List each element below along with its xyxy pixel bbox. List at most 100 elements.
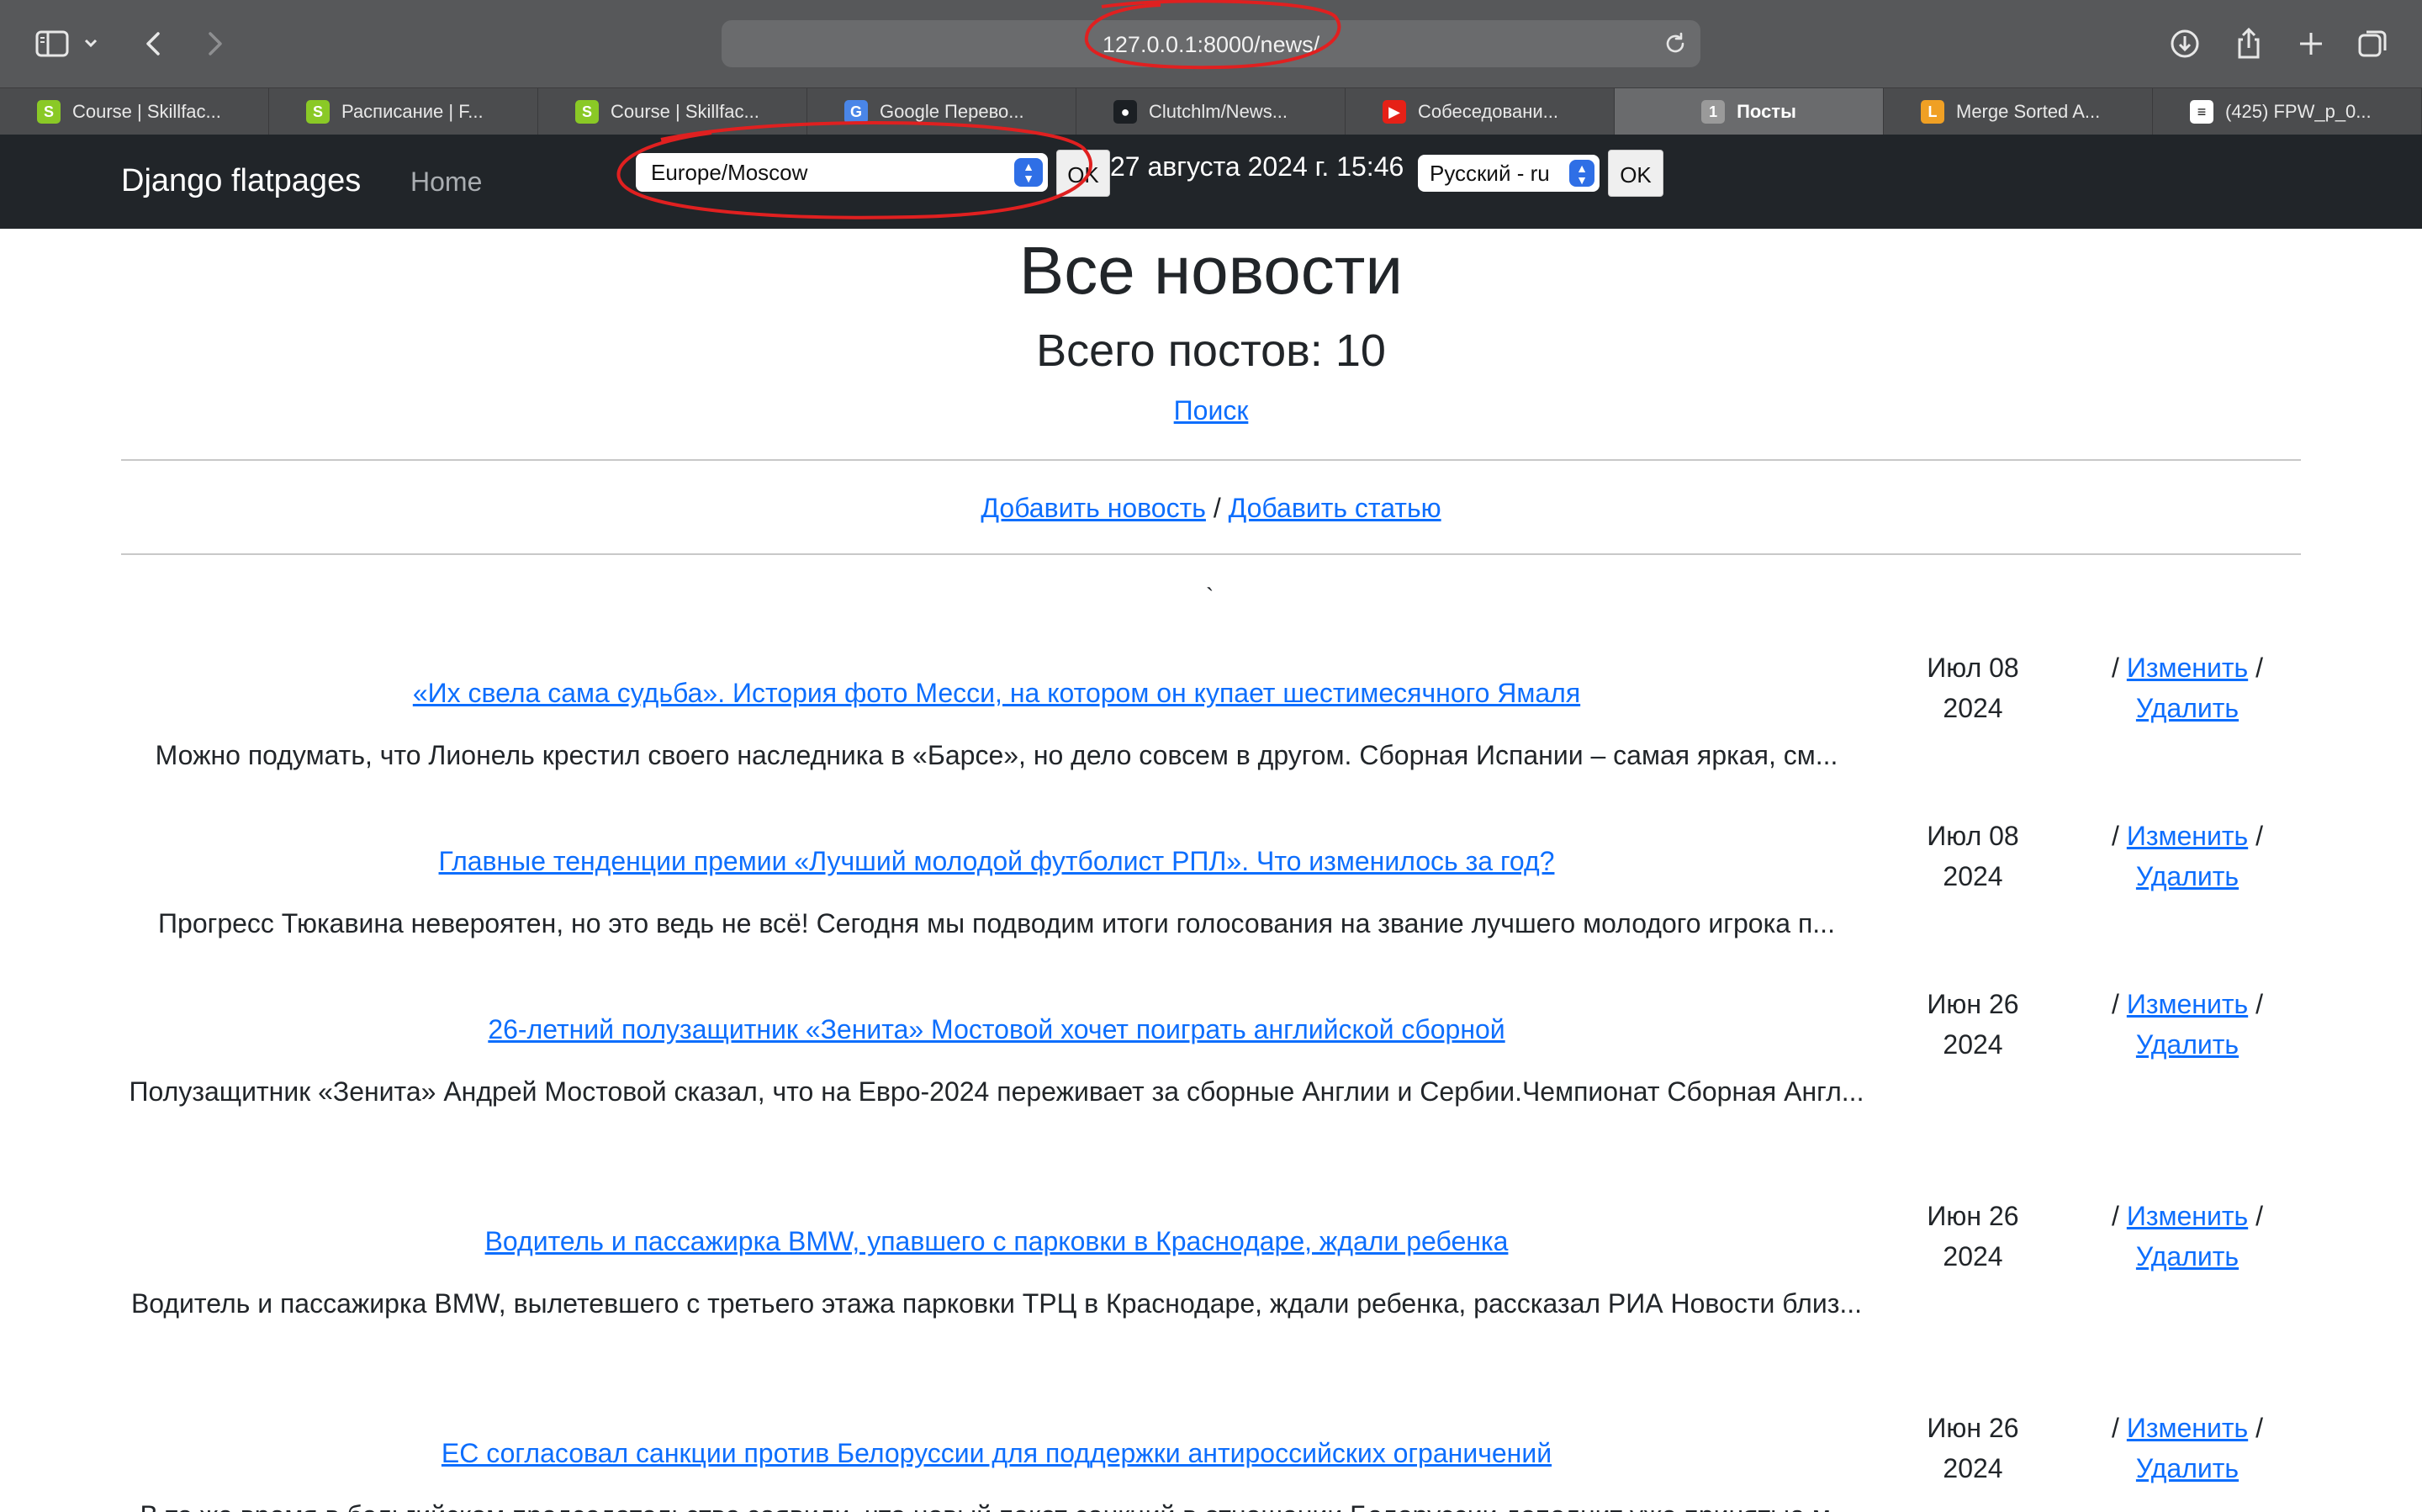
edit-post-link[interactable]: Изменить xyxy=(2127,821,2248,851)
add-article-link[interactable]: Добавить статью xyxy=(1229,493,1441,523)
divider xyxy=(121,459,2301,461)
edit-post-link[interactable]: Изменить xyxy=(2127,653,2248,683)
browser-tab[interactable]: ● Clutchlm/News... xyxy=(1076,88,1346,135)
browser-toolbar: 127.0.0.1:8000/news/ xyxy=(0,0,2422,87)
tab-label: Расписание | F... xyxy=(341,101,484,122)
numbered-tab-icon: 1 xyxy=(1701,100,1726,124)
sidebar-toggle-icon[interactable] xyxy=(34,25,71,62)
chevron-down-icon[interactable] xyxy=(81,25,101,62)
nav-home-link[interactable]: Home xyxy=(410,167,482,198)
delete-post-link[interactable]: Удалить xyxy=(2136,861,2239,891)
language-select[interactable]: Русский - ru ▲ ▼ xyxy=(1418,155,1600,192)
post-date: Июн 26 2024 xyxy=(1872,984,2074,1065)
tab-label: Собеседовани... xyxy=(1418,101,1558,122)
post-actions: / Изменить / Удалить xyxy=(2074,816,2301,896)
separator: / xyxy=(2255,653,2263,683)
tab-label: Google Перево... xyxy=(880,101,1024,122)
browser-tab[interactable]: ≡ (425) FPW_p_0... xyxy=(2153,88,2422,135)
back-icon[interactable] xyxy=(136,25,173,62)
page-title: Все новости xyxy=(1018,233,1404,308)
separator: / xyxy=(2112,1201,2119,1231)
separator: / xyxy=(2255,989,2263,1019)
post-date-month-day: Июл 08 xyxy=(1927,653,2019,683)
browser-tab[interactable]: 1 Посты xyxy=(1615,88,1884,135)
post-date-year: 2024 xyxy=(1943,1241,2003,1271)
select-arrows-icon: ▲ ▼ xyxy=(1014,158,1043,187)
post-date: Июл 08 2024 xyxy=(1872,816,2074,896)
post-actions: / Изменить / Удалить xyxy=(2074,1196,2301,1277)
browser-tab[interactable]: ▶ Собеседовани... xyxy=(1346,88,1615,135)
edit-post-link[interactable]: Изменить xyxy=(2127,1201,2248,1231)
language-ok-button[interactable]: OK xyxy=(1608,150,1663,197)
share-icon[interactable] xyxy=(2230,25,2267,62)
add-news-link[interactable]: Добавить новость xyxy=(981,493,1206,523)
browser-tab[interactable]: S Course | Skillfac... xyxy=(538,88,807,135)
tab-overview-icon[interactable] xyxy=(2355,25,2392,62)
timezone-select[interactable]: Europe/Moscow ▲ ▼ xyxy=(636,153,1048,192)
post-count: Всего постов: 10 xyxy=(1036,325,1386,376)
post-date-month-day: Июн 26 xyxy=(1927,989,2019,1019)
post-title-link[interactable]: ЕС согласовал санкции против Белоруссии … xyxy=(121,1433,1872,1473)
tab-label: (425) FPW_p_0... xyxy=(2225,101,2372,122)
leetcode-icon: L xyxy=(1921,100,1944,124)
post-body: Водитель и пассажирка BMW, упавшего с па… xyxy=(121,1221,1872,1324)
post-date-year: 2024 xyxy=(1943,861,2003,891)
post-title-link[interactable]: «Их свела сама судьба». История фото Мес… xyxy=(121,673,1872,713)
post-title-link[interactable]: Водитель и пассажирка BMW, упавшего с па… xyxy=(121,1221,1872,1261)
post-date-year: 2024 xyxy=(1943,1029,2003,1060)
post-title-link[interactable]: 26-летний полузащитник «Зенита» Мостовой… xyxy=(121,1009,1872,1049)
github-icon: ● xyxy=(1113,100,1137,124)
youtube-icon: ▶ xyxy=(1383,100,1406,124)
post-actions: / Изменить / Удалить xyxy=(2074,648,2301,728)
add-links-row: Добавить новость / Добавить статью xyxy=(0,493,2422,524)
post-date: Июн 26 2024 xyxy=(1872,1408,2074,1488)
timezone-value: Europe/Moscow xyxy=(651,160,808,185)
edit-post-link[interactable]: Изменить xyxy=(2127,989,2248,1019)
brand-link[interactable]: Django flatpages xyxy=(121,163,361,199)
skillfactory-icon: S xyxy=(575,100,599,124)
delete-post-link[interactable]: Удалить xyxy=(2136,693,2239,723)
post-date-year: 2024 xyxy=(1943,693,2003,723)
tab-label: Посты xyxy=(1737,101,1796,122)
post-preview: Полузащитник «Зенита» Андрей Мостовой ск… xyxy=(129,1076,1864,1107)
separator: / xyxy=(2255,1201,2263,1231)
delete-post-link[interactable]: Удалить xyxy=(2136,1029,2239,1060)
post-body: Главные тенденции премии «Лучший молодой… xyxy=(121,841,1872,944)
browser-tab[interactable]: S Course | Skillfac... xyxy=(0,88,269,135)
post-date-month-day: Июл 08 xyxy=(1927,821,2019,851)
edit-post-link[interactable]: Изменить xyxy=(2127,1413,2248,1443)
browser-tab[interactable]: L Merge Sorted A... xyxy=(1884,88,2153,135)
tab-label: Merge Sorted A... xyxy=(1956,101,2101,122)
separator: / xyxy=(2255,1413,2263,1443)
browser-tab[interactable]: S Расписание | F... xyxy=(269,88,538,135)
stray-backtick: ` xyxy=(1206,584,1214,610)
current-datetime: 27 августа 2024 г. 15:46 xyxy=(1110,151,1404,182)
post-date-month-day: Июн 26 xyxy=(1927,1413,2019,1443)
tab-bar: S Course | Skillfac... S Расписание | F... S… xyxy=(0,87,2422,135)
browser-tab[interactable]: G Google Перево... xyxy=(807,88,1076,135)
delete-post-link[interactable]: Удалить xyxy=(2136,1453,2239,1483)
separator: / xyxy=(2112,821,2119,851)
post-body: ЕС согласовал санкции против Белоруссии … xyxy=(121,1433,1872,1512)
forward-icon[interactable] xyxy=(195,25,232,62)
post-preview: Можно подумать, что Лионель крестил свое… xyxy=(155,740,1838,770)
site-navbar: Django flatpages Home Europe/Moscow ▲ ▼ O… xyxy=(0,135,2422,229)
post-date-month-day: Июн 26 xyxy=(1927,1201,2019,1231)
separator: / xyxy=(2112,653,2119,683)
tab-label: Course | Skillfac... xyxy=(72,101,221,122)
divider xyxy=(121,553,2301,555)
new-tab-icon[interactable] xyxy=(2292,25,2329,62)
reload-icon[interactable] xyxy=(1660,29,1690,59)
separator: / xyxy=(2255,821,2263,851)
search-link[interactable]: Поиск xyxy=(1174,395,1249,426)
post-actions: / Изменить / Удалить xyxy=(2074,984,2301,1065)
post-title-link[interactable]: Главные тенденции премии «Лучший молодой… xyxy=(121,841,1872,881)
post-date: Июл 08 2024 xyxy=(1872,648,2074,728)
delete-post-link[interactable]: Удалить xyxy=(2136,1241,2239,1271)
address-bar[interactable]: 127.0.0.1:8000/news/ xyxy=(722,20,1700,67)
link-separator: / xyxy=(1213,493,1221,523)
timezone-ok-button[interactable]: OK xyxy=(1056,150,1110,197)
downloads-icon[interactable] xyxy=(2166,25,2203,62)
skillfactory-icon: S xyxy=(306,100,330,124)
separator: / xyxy=(2112,989,2119,1019)
